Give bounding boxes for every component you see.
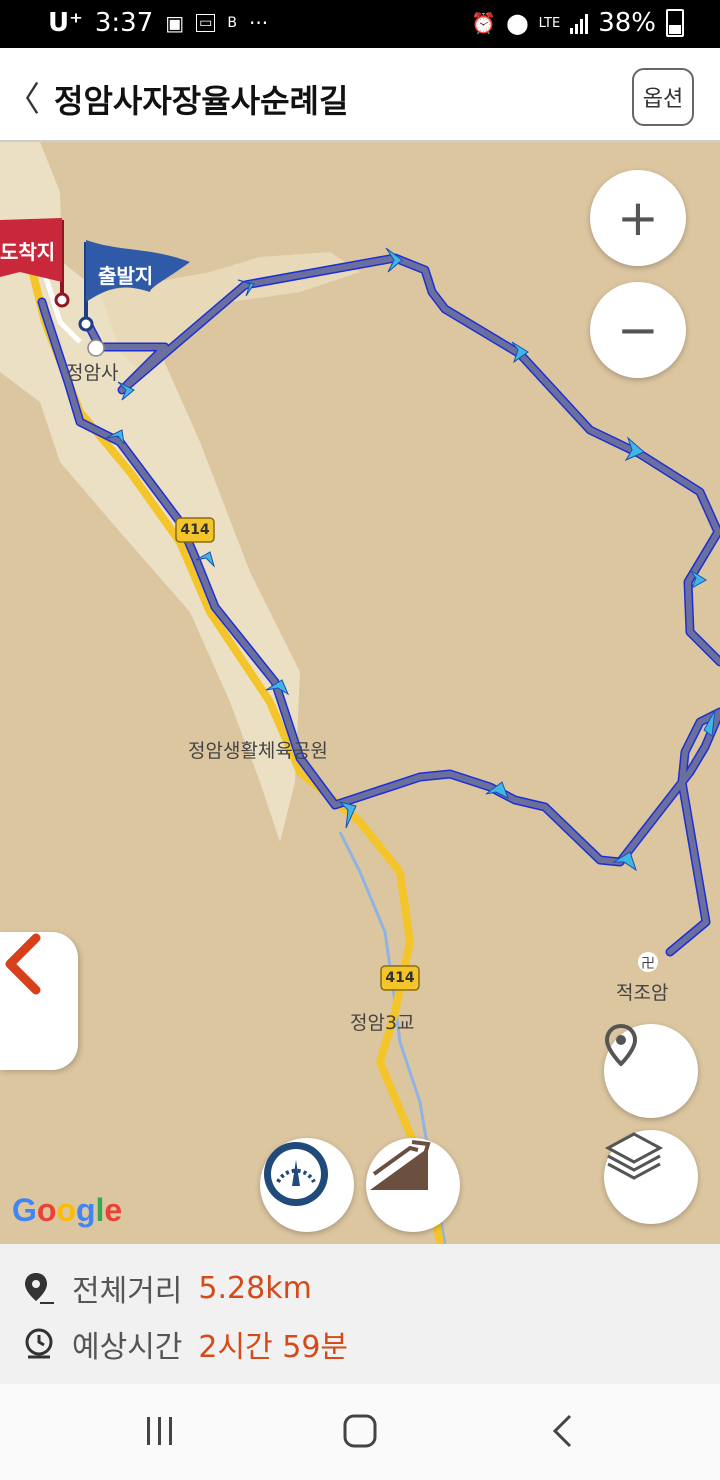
chevron-left-icon bbox=[5, 933, 41, 995]
minus-icon: − bbox=[617, 301, 659, 359]
home-button[interactable] bbox=[330, 1406, 390, 1456]
duration-row: 예상시간 2시간 59분 bbox=[22, 1322, 348, 1366]
hermitage-marker-icon: 卍 bbox=[638, 952, 658, 972]
battery-icon bbox=[666, 9, 684, 37]
temple-label: 정암사 bbox=[66, 362, 119, 384]
clock: 3:37 bbox=[94, 8, 154, 38]
my-location-button[interactable] bbox=[604, 1024, 698, 1118]
location-icon: ⬤ bbox=[506, 11, 529, 35]
svg-text:卍: 卍 bbox=[641, 956, 655, 972]
plus-icon: + bbox=[617, 189, 659, 247]
location-pin-icon bbox=[604, 1024, 638, 1066]
distance-pin-icon bbox=[25, 1273, 54, 1304]
map-layers-button[interactable] bbox=[604, 1130, 698, 1224]
elevation-icon bbox=[370, 1140, 431, 1190]
more-icon: ··· bbox=[248, 11, 269, 35]
road-number-label: 414 bbox=[385, 970, 415, 986]
page-title: 정암사자장율사순례길 bbox=[54, 82, 349, 120]
status-bar: U⁺ 3:37 ▣ ▭ B ··· ⏰ ⬤ LTE 38% bbox=[0, 0, 720, 48]
image-icon: ▣ bbox=[165, 11, 185, 35]
duration-label: 예상시간 bbox=[72, 1330, 183, 1365]
system-back-button[interactable] bbox=[532, 1406, 592, 1456]
tv-blast-icon: ▭ bbox=[196, 14, 216, 32]
network-type: LTE bbox=[538, 15, 561, 31]
duration-value: 2시간 59분 bbox=[198, 1330, 349, 1365]
home-icon bbox=[343, 1414, 377, 1448]
end-flag-label: 도착지 bbox=[0, 240, 56, 264]
hermitage-label: 적조암 bbox=[616, 982, 669, 1004]
distance-value: 5.28km bbox=[198, 1270, 312, 1306]
speedometer-icon bbox=[264, 1142, 328, 1206]
b612-icon: B bbox=[227, 15, 237, 31]
zoom-in-button[interactable]: + bbox=[590, 170, 686, 266]
back-icon bbox=[552, 1414, 572, 1448]
route-arrow bbox=[612, 851, 637, 872]
distance-row: 전체거리 5.28km bbox=[22, 1266, 312, 1310]
back-button[interactable]: 〈 bbox=[6, 72, 40, 121]
park-label: 정암생활체육공원 bbox=[188, 740, 328, 762]
recent-apps-icon bbox=[147, 1417, 172, 1445]
road-number-label: 414 bbox=[180, 522, 210, 538]
panel-toggle-button[interactable] bbox=[0, 932, 78, 1070]
distance-label: 전체거리 bbox=[72, 1274, 183, 1309]
battery-percent: 38% bbox=[598, 8, 656, 38]
temple-marker-icon bbox=[87, 339, 105, 357]
speedometer-button[interactable] bbox=[260, 1138, 354, 1232]
bridge-label: 정암3교 bbox=[350, 1012, 415, 1034]
google-logo: Google bbox=[12, 1192, 123, 1228]
options-button[interactable]: 옵션 bbox=[632, 68, 694, 126]
elevation-profile-button[interactable] bbox=[366, 1138, 460, 1232]
alarm-icon: ⏰ bbox=[471, 11, 497, 35]
start-flag-label: 출발지 bbox=[98, 264, 154, 288]
layers-icon bbox=[604, 1132, 664, 1180]
zoom-out-button[interactable]: − bbox=[590, 282, 686, 378]
carrier-label: U⁺ bbox=[48, 8, 83, 38]
signal-icon bbox=[570, 12, 589, 34]
system-nav-bar bbox=[0, 1384, 720, 1480]
recent-apps-button[interactable] bbox=[130, 1406, 190, 1456]
route-info-panel: 전체거리 5.28km 예상시간 2시간 59분 bbox=[0, 1244, 720, 1384]
map-view[interactable]: 卍 도착지 출발지 정암사 정암생활체육공원 정암3교 적조암 414 414 … bbox=[0, 142, 720, 1244]
app-header: 〈 정암사자장율사순례길 옵션 bbox=[0, 48, 720, 142]
clock-icon bbox=[25, 1328, 53, 1359]
